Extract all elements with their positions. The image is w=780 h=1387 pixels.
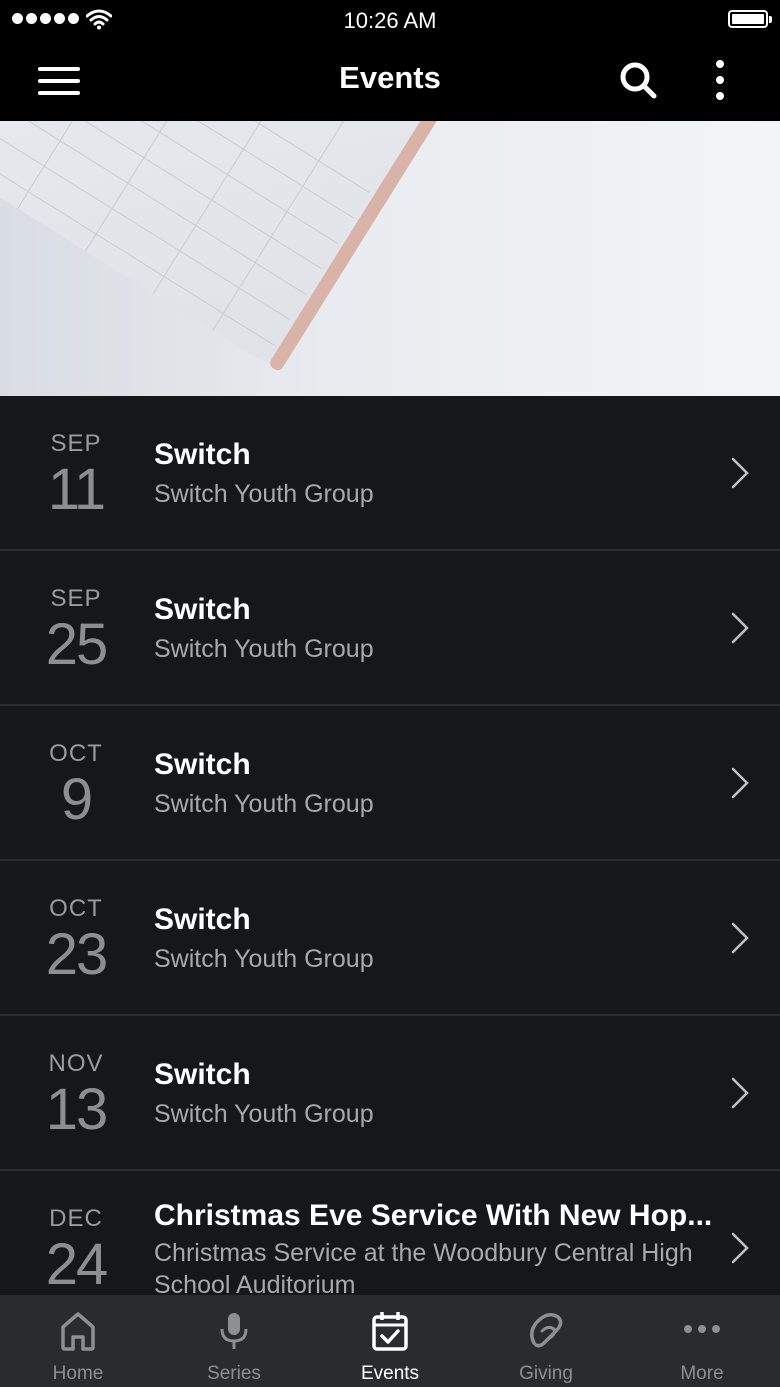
event-title: Switch xyxy=(154,748,251,781)
home-icon xyxy=(61,1312,95,1351)
status-bar: 10:26 AM xyxy=(0,0,780,40)
chevron-right-icon xyxy=(731,1077,749,1109)
event-row[interactable]: SEP 25 Switch Switch Youth Group xyxy=(0,551,780,706)
battery-icon xyxy=(728,10,772,28)
event-day: 9 xyxy=(60,767,93,832)
navigation-bar: Events xyxy=(0,40,780,121)
event-subtitle: Switch Youth Group xyxy=(154,945,374,973)
page-title: Events xyxy=(339,60,441,95)
event-month: DEC xyxy=(49,1205,103,1232)
chevron-right-icon xyxy=(731,922,749,954)
event-title: Switch xyxy=(154,903,251,936)
search-icon[interactable] xyxy=(618,60,658,100)
tab-more[interactable]: More xyxy=(624,1295,780,1387)
event-subtitle: Switch Youth Group xyxy=(154,1100,374,1128)
event-day: 13 xyxy=(45,1077,109,1142)
giving-icon xyxy=(530,1313,563,1348)
tab-label: Series xyxy=(207,1363,261,1384)
event-day: 25 xyxy=(45,612,109,677)
event-title: Switch xyxy=(154,593,251,626)
event-title: Christmas Eve Service With New Hop... xyxy=(154,1199,713,1232)
tab-home[interactable]: Home xyxy=(0,1295,156,1387)
event-row[interactable]: NOV 13 Switch Switch Youth Group xyxy=(0,1016,780,1171)
event-title: Switch xyxy=(154,1058,251,1091)
tab-giving[interactable]: Giving xyxy=(468,1295,624,1387)
event-subtitle: Switch Youth Group xyxy=(154,635,374,663)
event-title: Switch xyxy=(154,438,251,471)
tab-bar: Home Series Events Giving More xyxy=(0,1295,780,1387)
event-month: SEP xyxy=(50,585,102,612)
calendar-check-icon xyxy=(372,1312,408,1351)
status-time: 10:26 AM xyxy=(343,8,437,33)
chevron-right-icon xyxy=(731,612,749,644)
tab-events[interactable]: Events xyxy=(312,1295,468,1387)
tab-label: More xyxy=(680,1363,724,1384)
chevron-right-icon xyxy=(731,767,749,799)
event-day: 24 xyxy=(45,1232,109,1297)
event-row[interactable]: OCT 23 Switch Switch Youth Group xyxy=(0,861,780,1016)
event-row[interactable]: SEP 11 Switch Switch Youth Group xyxy=(0,396,780,551)
event-month: OCT xyxy=(49,895,103,922)
event-day: 23 xyxy=(45,922,109,987)
hero-image-yearly-planner xyxy=(0,121,780,396)
tab-label: Giving xyxy=(519,1363,573,1384)
event-row[interactable]: OCT 9 Switch Switch Youth Group xyxy=(0,706,780,861)
event-subtitle: Switch Youth Group xyxy=(154,790,374,818)
event-subtitle: Christmas Service at the Woodbury Centra… xyxy=(154,1239,693,1299)
chevron-right-icon xyxy=(731,457,749,489)
event-month: OCT xyxy=(49,740,103,767)
event-month: NOV xyxy=(48,1050,104,1077)
microphone-icon xyxy=(220,1313,248,1349)
event-day: 11 xyxy=(47,457,106,522)
more-options-icon[interactable] xyxy=(708,58,732,102)
chevron-right-icon xyxy=(731,1232,749,1264)
event-month: SEP xyxy=(50,430,102,457)
tab-series[interactable]: Series xyxy=(156,1295,312,1387)
event-subtitle: Switch Youth Group xyxy=(154,480,374,508)
more-dots-icon xyxy=(684,1325,720,1333)
tab-label: Events xyxy=(360,1363,420,1384)
tab-label: Home xyxy=(52,1363,104,1384)
event-list: SEP 11 Switch Switch Youth Group SEP 25 … xyxy=(0,396,780,1326)
